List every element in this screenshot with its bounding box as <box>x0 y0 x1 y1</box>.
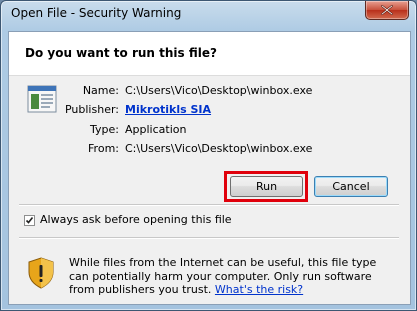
publisher-row: Publisher: Mikrotikls SIA <box>9 102 410 118</box>
dialog-question: Do you want to run this file? <box>25 46 217 60</box>
type-value: Application <box>125 123 187 136</box>
dialog-content: Do you want to run this file? Name: C:\U… <box>8 31 411 305</box>
from-label: From: <box>88 142 119 155</box>
whats-the-risk-link[interactable]: What's the risk? <box>215 283 303 296</box>
close-icon <box>381 5 393 15</box>
type-row: Type: Application <box>9 122 410 138</box>
from-row: From: C:\Users\Vico\Desktop\winbox.exe <box>9 141 410 157</box>
window-title: Open File - Security Warning <box>11 6 182 20</box>
close-button[interactable] <box>365 1 409 20</box>
always-ask-checkbox[interactable] <box>24 215 35 226</box>
type-label: Type: <box>90 123 119 136</box>
publisher-label: Publisher: <box>64 103 119 116</box>
separator <box>19 204 399 206</box>
name-row: Name: C:\Users\Vico\Desktop\winbox.exe <box>9 83 410 99</box>
name-label: Name: <box>82 84 119 97</box>
from-value: C:\Users\Vico\Desktop\winbox.exe <box>125 142 313 155</box>
always-ask-label[interactable]: Always ask before opening this file <box>40 213 232 226</box>
header-band: Do you want to run this file? <box>9 32 410 76</box>
separator <box>19 237 399 239</box>
security-warning-dialog: Open File - Security Warning Do you want… <box>0 0 417 311</box>
title-bar[interactable]: Open File - Security Warning <box>1 1 416 25</box>
warning-message: While files from the Internet can be use… <box>69 256 399 297</box>
publisher-link[interactable]: Mikrotikls SIA <box>125 102 211 118</box>
run-button[interactable]: Run <box>230 176 303 197</box>
checkmark-icon <box>25 217 34 224</box>
warning-shield-icon <box>27 257 55 289</box>
name-value: C:\Users\Vico\Desktop\winbox.exe <box>125 84 313 97</box>
cancel-button[interactable]: Cancel <box>314 176 388 197</box>
